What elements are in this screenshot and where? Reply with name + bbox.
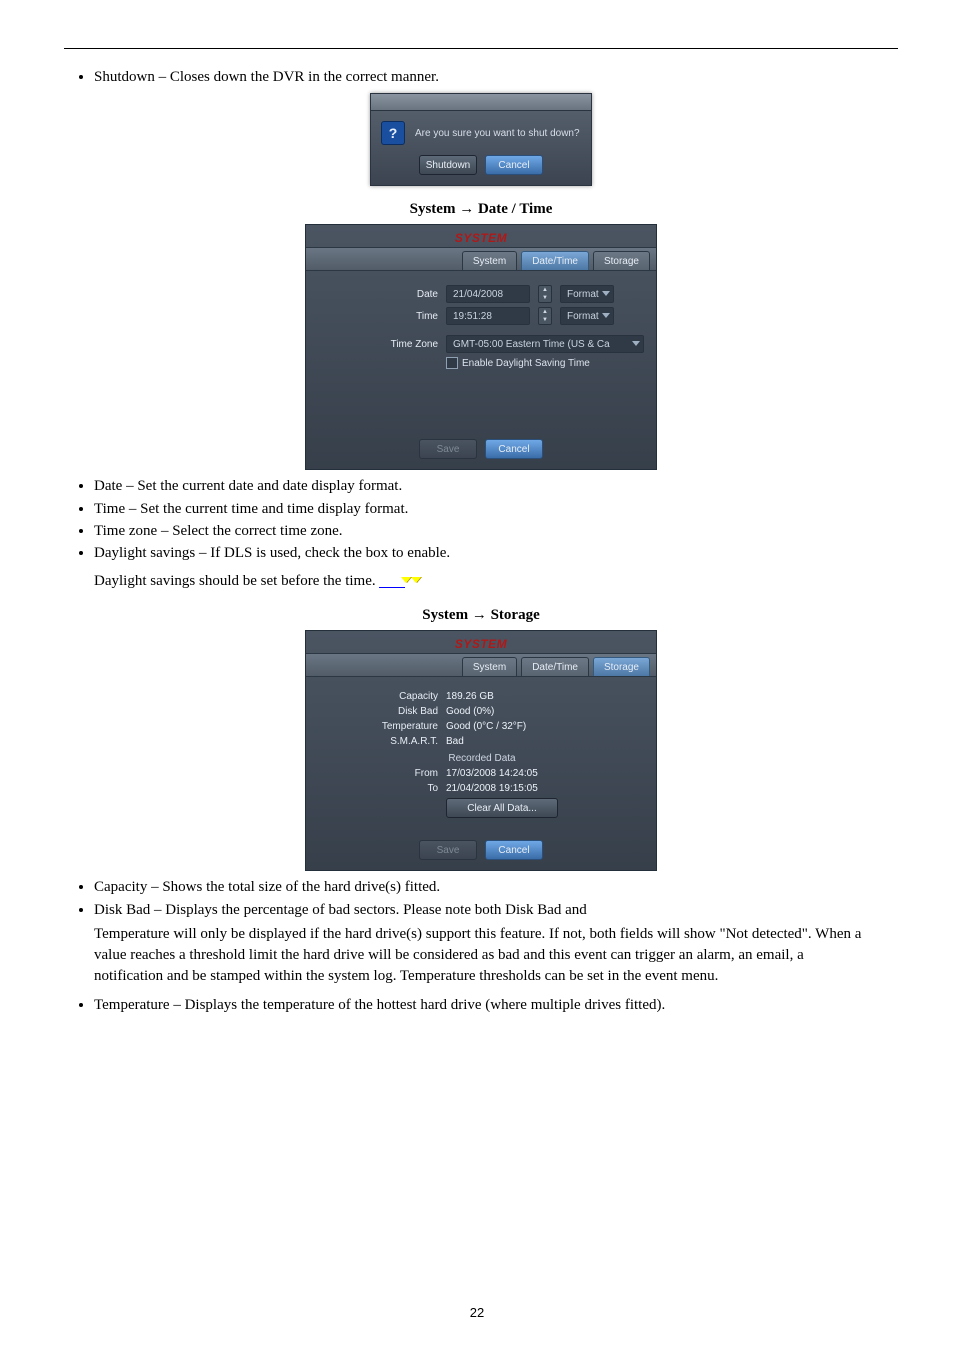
shutdown-dialog-message: Are you sure you want to shut down? (415, 128, 580, 139)
bullet-diskbad: Disk Bad – Displays the percentage of ba… (94, 900, 898, 920)
section-heading-datetime: System → Date / Time (64, 200, 898, 218)
time-field[interactable]: 19:51:28 (446, 307, 530, 325)
date-field[interactable]: 21/04/2008 (446, 285, 530, 303)
heading-system-text: System (422, 607, 472, 623)
tab-datetime[interactable]: Date/Time (521, 251, 589, 270)
page-number: 22 (0, 1305, 954, 1320)
cancel-button[interactable]: Cancel (485, 439, 543, 459)
system-storage-panel: SYSTEM System Date/Time Storage Capacity… (305, 630, 657, 871)
dst-label: Enable Daylight Saving Time (462, 358, 590, 369)
shutdown-dialog: ? Are you sure you want to shut down? Sh… (370, 93, 592, 186)
spin-down-icon: ▼ (539, 316, 551, 324)
tab-storage[interactable]: Storage (593, 251, 650, 270)
tab-bar: System Date/Time Storage (306, 653, 656, 677)
tab-system[interactable]: System (462, 251, 517, 270)
bullet-diskbad-line1: Disk Bad – Displays the percentage of ba… (94, 902, 587, 918)
dst-note-text: Daylight savings should be set before th… (94, 573, 379, 589)
spin-up-icon: ▲ (539, 286, 551, 294)
section-heading-storage: System → Storage (64, 606, 898, 624)
bullet-datetime-2: Time zone – Select the correct time zone… (94, 521, 898, 541)
system-datetime-panel: SYSTEM System Date/Time Storage Date 21/… (305, 224, 657, 470)
bullet-temperature: Temperature – Displays the temperature o… (94, 995, 898, 1015)
shutdown-button[interactable]: Shutdown (419, 155, 477, 175)
save-button[interactable]: Save (419, 840, 477, 860)
save-button[interactable]: Save (419, 439, 477, 459)
value-to: 21/04/2008 19:15:05 (446, 783, 538, 794)
diskbad-continuation: Temperature will only be displayed if th… (94, 924, 868, 987)
heading-system-text: System (410, 201, 460, 217)
label-from: From (318, 768, 438, 779)
recorded-data-header: Recorded Data (320, 753, 644, 764)
bullet-list-shutdown: Shutdown – Closes down the DVR in the co… (94, 67, 898, 87)
value-smart: Bad (446, 736, 464, 747)
bullet-shutdown: Shutdown – Closes down the DVR in the co… (94, 67, 898, 87)
tab-bar: System Date/Time Storage (306, 247, 656, 271)
spin-down-icon: ▼ (539, 294, 551, 302)
value-capacity: 189.26 GB (446, 691, 494, 702)
arrow-icon: → (472, 606, 487, 623)
label-capacity: Capacity (318, 691, 438, 702)
panel-title: SYSTEM (306, 225, 656, 247)
question-icon: ? (381, 121, 405, 145)
value-from: 17/03/2008 14:24:05 (446, 768, 538, 779)
panel-title: SYSTEM (306, 631, 656, 653)
tab-system[interactable]: System (462, 657, 517, 676)
bullet-capacity: Capacity – Shows the total size of the h… (94, 877, 898, 897)
tab-datetime[interactable]: Date/Time (521, 657, 589, 676)
comment-marker-icon (411, 577, 421, 583)
shutdown-dialog-titlebar (371, 94, 591, 111)
tab-storage[interactable]: Storage (593, 657, 650, 676)
timezone-dropdown[interactable]: GMT-05:00 Eastern Time (US & Ca (446, 335, 644, 353)
value-temperature: Good (0°C / 32°F) (446, 721, 526, 732)
bullet-list-storage-2: Temperature – Displays the temperature o… (94, 995, 898, 1015)
date-spinner[interactable]: ▲▼ (538, 285, 552, 303)
label-to: To (318, 783, 438, 794)
arrow-icon: → (459, 200, 474, 217)
bullet-datetime-0: Date – Set the current date and date dis… (94, 476, 898, 496)
heading-storage-text: Storage (491, 607, 540, 623)
time-spinner[interactable]: ▲▼ (538, 307, 552, 325)
dst-note-paragraph: Daylight savings should be set before th… (94, 571, 868, 592)
cancel-button[interactable]: Cancel (485, 840, 543, 860)
value-diskbad: Good (0%) (446, 706, 494, 717)
clear-all-data-button[interactable]: Clear All Data... (446, 798, 558, 818)
bullet-list-datetime: Date – Set the current date and date dis… (94, 476, 898, 563)
header-rule (64, 48, 898, 49)
cancel-button[interactable]: Cancel (485, 155, 543, 175)
time-format-dropdown[interactable]: Format (560, 307, 614, 325)
dst-checkbox[interactable] (446, 357, 458, 369)
label-date: Date (318, 289, 438, 300)
comment-marker-icon (379, 575, 405, 588)
label-diskbad: Disk Bad (318, 706, 438, 717)
heading-datetime-text: Date / Time (478, 201, 552, 217)
bullet-datetime-1: Time – Set the current time and time dis… (94, 499, 898, 519)
bullet-datetime-3: Daylight savings – If DLS is used, check… (94, 543, 898, 563)
label-smart: S.M.A.R.T. (318, 736, 438, 747)
label-temperature: Temperature (318, 721, 438, 732)
label-time: Time (318, 311, 438, 322)
label-timezone: Time Zone (318, 339, 438, 350)
bullet-list-storage: Capacity – Shows the total size of the h… (94, 877, 898, 920)
spin-up-icon: ▲ (539, 308, 551, 316)
date-format-dropdown[interactable]: Format (560, 285, 614, 303)
